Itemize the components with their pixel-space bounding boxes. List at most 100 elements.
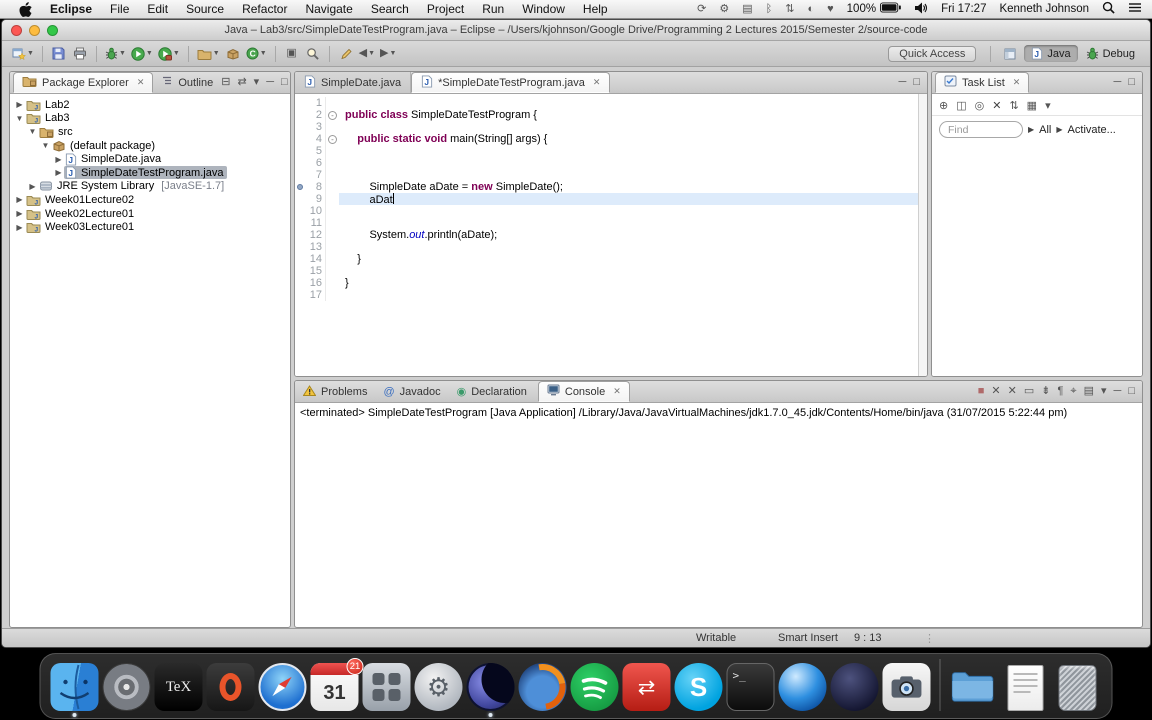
fold-collapse-icon[interactable]: - bbox=[326, 109, 339, 121]
dock-calendar-icon[interactable]: 31 21 bbox=[310, 658, 364, 711]
code-line-15[interactable]: 15 bbox=[295, 265, 927, 277]
dock-downloads-folder-icon[interactable] bbox=[950, 663, 998, 711]
notification-center-icon[interactable] bbox=[1128, 2, 1142, 16]
chevron-right-icon[interactable]: ▶ bbox=[1028, 125, 1034, 134]
window-title-bar[interactable]: Java – Lab3/src/SimpleDateTestProgram.ja… bbox=[2, 20, 1150, 41]
dock-photo-booth-icon[interactable] bbox=[882, 663, 931, 711]
chevron-expanded-icon[interactable]: ▼ bbox=[14, 114, 25, 123]
volume-icon[interactable] bbox=[914, 2, 928, 17]
fold-collapse-icon[interactable]: - bbox=[326, 133, 339, 145]
code-line-3[interactable]: 3 bbox=[295, 121, 927, 133]
save-button[interactable] bbox=[49, 43, 69, 64]
new-task-icon[interactable]: ⊕ bbox=[939, 96, 948, 114]
apple-menu-icon[interactable] bbox=[10, 1, 41, 17]
tree-item-week02lecture01[interactable]: ▶ J Week02Lecture01 bbox=[10, 207, 290, 221]
tab-outline[interactable]: Outline bbox=[153, 72, 221, 93]
code-line-1[interactable]: 1 bbox=[295, 97, 927, 109]
maximize-icon[interactable]: □ bbox=[1128, 381, 1135, 399]
delete-icon[interactable]: ✕ bbox=[992, 96, 1001, 114]
battery-menu[interactable]: 100% bbox=[847, 2, 901, 16]
zoom-window-button[interactable] bbox=[47, 24, 58, 36]
open-perspective-button[interactable] bbox=[997, 46, 1023, 62]
dock-utility-grid-icon[interactable] bbox=[362, 663, 411, 711]
menu-window[interactable]: Window bbox=[513, 2, 574, 16]
tree-item-default-package[interactable]: ▼ (default package) bbox=[10, 139, 290, 153]
chevron-collapsed-icon[interactable]: ▶ bbox=[27, 182, 38, 191]
tree-item-week01lecture02[interactable]: ▶ J Week01Lecture02 bbox=[10, 193, 290, 207]
view-menu-icon[interactable]: ▾ bbox=[1101, 381, 1107, 399]
gear-icon[interactable]: ⚙ bbox=[719, 3, 729, 15]
close-window-button[interactable] bbox=[11, 24, 22, 36]
minimize-icon[interactable]: ─ bbox=[899, 72, 907, 90]
debug-button[interactable]: ▼ bbox=[103, 43, 128, 64]
tree-item-week03lecture01[interactable]: ▶ J Week03Lecture01 bbox=[10, 220, 290, 234]
dock-blue-globe-icon[interactable] bbox=[778, 663, 827, 711]
minimize-window-button[interactable] bbox=[29, 24, 40, 36]
dock-system-preferences-icon[interactable]: ⚙ bbox=[414, 663, 463, 711]
tab-declaration[interactable]: ◉ Declaration bbox=[449, 381, 535, 402]
menu-file[interactable]: File bbox=[101, 2, 138, 16]
search-button[interactable] bbox=[303, 43, 323, 64]
bluetooth-icon[interactable]: ᛒ bbox=[766, 3, 773, 15]
tab-package-explorer[interactable]: Package Explorer ✕ bbox=[13, 72, 154, 93]
dock-safari-icon[interactable] bbox=[258, 663, 307, 711]
menu-source[interactable]: Source bbox=[177, 2, 233, 16]
dock-opera-icon[interactable] bbox=[206, 663, 255, 711]
overview-ruler[interactable] bbox=[918, 94, 927, 376]
task-filter-all[interactable]: All bbox=[1039, 124, 1051, 136]
menu-navigate[interactable]: Navigate bbox=[296, 2, 361, 16]
dock-texshop-icon[interactable]: TeX bbox=[154, 663, 203, 711]
task-find-input[interactable] bbox=[939, 121, 1023, 138]
maximize-icon[interactable]: □ bbox=[281, 72, 288, 90]
heart-icon[interactable]: ♥ bbox=[827, 3, 834, 15]
time-machine-icon[interactable]: ⟳ bbox=[697, 3, 706, 15]
chevron-expanded-icon[interactable]: ▼ bbox=[27, 127, 38, 136]
code-line-6[interactable]: 6 bbox=[295, 157, 927, 169]
schedule-icon[interactable]: ▦ bbox=[1027, 96, 1037, 114]
menu-project[interactable]: Project bbox=[418, 2, 473, 16]
dock-red-transfer-icon[interactable]: ⇄ bbox=[622, 663, 671, 711]
tree-item-src[interactable]: ▼ src bbox=[10, 125, 290, 139]
spotlight-icon[interactable] bbox=[1102, 1, 1115, 17]
tree-item-simpledatetestprogram-java[interactable]: ▶ J SimpleDateTestProgram.java bbox=[10, 166, 290, 180]
dock-spotify-icon[interactable] bbox=[570, 663, 619, 711]
code-line-12[interactable]: 12 System.out.println(aDate); bbox=[295, 229, 927, 241]
terminate-icon[interactable]: ■ bbox=[978, 381, 985, 399]
editor-tab-simpledate-java[interactable]: J SimpleDate.java bbox=[295, 72, 412, 93]
code-line-10[interactable]: 10 bbox=[295, 205, 927, 217]
chevron-collapsed-icon[interactable]: ▶ bbox=[14, 100, 25, 109]
menu-run[interactable]: Run bbox=[473, 2, 513, 16]
chevron-right-icon[interactable]: ▶ bbox=[1056, 125, 1062, 134]
focus-icon[interactable]: ◎ bbox=[975, 96, 985, 114]
task-activate-link[interactable]: Activate... bbox=[1068, 124, 1116, 136]
clear-console-icon[interactable]: ▭ bbox=[1024, 381, 1034, 399]
close-icon[interactable]: ✕ bbox=[137, 77, 145, 88]
pin-console-icon[interactable]: ⌖ bbox=[1070, 381, 1076, 399]
code-line-8[interactable]: 8 SimpleDate aDate = new SimpleDate(); bbox=[295, 181, 927, 193]
word-wrap-icon[interactable]: ¶ bbox=[1057, 381, 1063, 399]
tree-item-jre-system-library[interactable]: ▶ JRE System Library [JavaSE-1.7] bbox=[10, 180, 290, 194]
code-line-4[interactable]: 4- public static void main(String[] args… bbox=[295, 133, 927, 145]
external-tools-button[interactable]: ▼ bbox=[156, 43, 182, 64]
code-line-16[interactable]: 16} bbox=[295, 277, 927, 289]
tree-item-lab2[interactable]: ▶ J Lab2 bbox=[10, 98, 290, 112]
view-menu-icon[interactable]: ▾ bbox=[1045, 96, 1051, 114]
dock-document-icon[interactable] bbox=[1002, 663, 1050, 711]
menu-bar-clock[interactable]: Fri 17:27 bbox=[941, 3, 986, 15]
chevron-collapsed-icon[interactable]: ▶ bbox=[53, 168, 64, 177]
menu-refactor[interactable]: Refactor bbox=[233, 2, 296, 16]
tab-console[interactable]: Console ✕ bbox=[537, 381, 630, 402]
dock-skype-icon[interactable]: S bbox=[674, 663, 723, 711]
print-button[interactable] bbox=[70, 43, 90, 64]
quick-access-button[interactable]: Quick Access bbox=[888, 45, 977, 62]
code-editor[interactable]: 1 2- public class SimpleDateTestProgram {3… bbox=[295, 94, 927, 376]
run-button[interactable]: ▼ bbox=[129, 43, 155, 64]
open-console-icon[interactable]: ▤ bbox=[1084, 381, 1094, 399]
menu-help[interactable]: Help bbox=[574, 2, 617, 16]
chevron-collapsed-icon[interactable]: ▶ bbox=[14, 209, 25, 218]
contrast-icon[interactable]: ◐ bbox=[807, 3, 814, 15]
dock-terminal-icon[interactable]: >_ bbox=[726, 663, 775, 711]
dock-dark-sphere-icon[interactable] bbox=[830, 663, 879, 711]
minimize-icon[interactable]: ─ bbox=[1114, 72, 1122, 90]
code-line-9[interactable]: 9 aDat bbox=[295, 193, 927, 206]
